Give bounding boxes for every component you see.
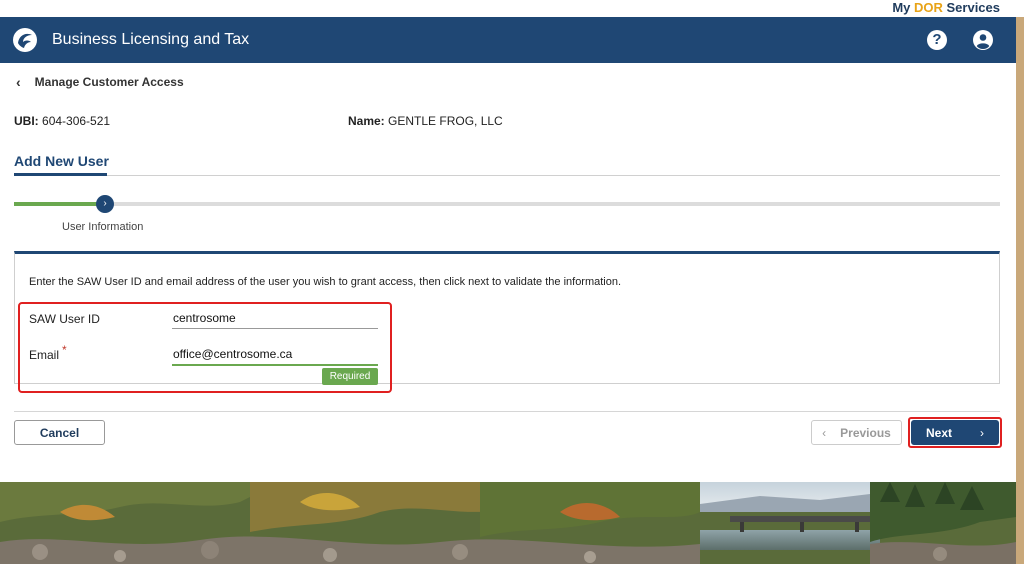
stepper-progress [14,202,98,206]
form-instructions: Enter the SAW User ID and email address … [29,276,622,288]
step-label: User Information [62,221,144,233]
ubi-label: UBI: [14,114,39,128]
back-link-label: Manage Customer Access [34,75,184,89]
chevron-left-icon: ‹ [822,425,827,440]
chevron-left-icon: ‹ [16,74,21,90]
user-account-icon[interactable] [973,30,993,50]
background-edge [1016,17,1024,564]
name-label: Name: [348,114,385,128]
back-link[interactable]: ‹ Manage Customer Access [16,74,184,90]
app-title: Business Licensing and Tax [52,31,250,48]
top-utility-bar: My DOR Services [0,0,1024,17]
name-info: Name: GENTLE FROG, LLC [348,114,503,128]
ubi-info: UBI: 604-306-521 [14,114,110,128]
name-value: GENTLE FROG, LLC [388,114,503,128]
next-highlight-box [908,417,1002,448]
previous-button[interactable]: ‹ Previous [811,420,902,445]
stepper-track [14,202,1000,206]
ubi-value: 604-306-521 [42,114,111,128]
landscape-banner [0,482,1016,564]
section-title-underline [14,173,107,176]
previous-label: Previous [840,425,891,440]
app-header: Business Licensing and Tax ? [0,17,1016,63]
step-current-indicator: › [96,195,114,213]
section-divider [14,175,1000,176]
brand-logo-icon[interactable] [12,27,38,53]
cancel-button[interactable]: Cancel [14,420,105,445]
section-title: Add New User [14,153,109,169]
my-dor-suffix: Services [942,0,1001,15]
footer-divider [14,411,1000,412]
fields-highlight-box [18,302,392,393]
my-dor-services-link[interactable]: My DOR Services [892,0,1000,15]
my-dor-dor: DOR [914,0,943,15]
my-dor-prefix: My [892,0,914,15]
help-icon[interactable]: ? [927,30,947,50]
